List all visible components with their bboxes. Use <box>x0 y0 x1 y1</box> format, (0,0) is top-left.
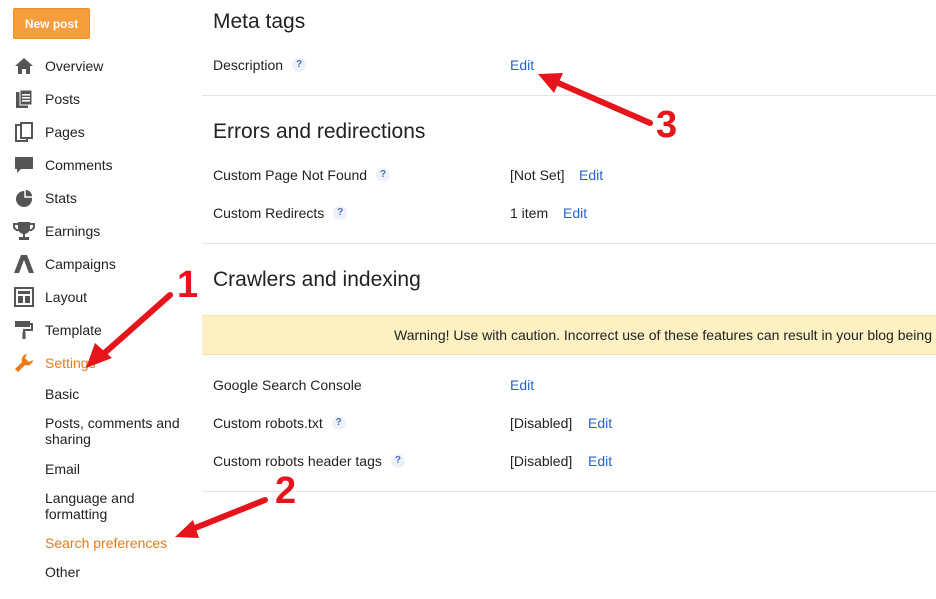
annotation-arrows <box>86 73 653 538</box>
annotation-number-2: 2 <box>275 470 297 512</box>
arrow-3 <box>538 73 653 126</box>
annotation-number-1: 1 <box>177 264 199 306</box>
arrow-1 <box>86 292 173 368</box>
arrow-2 <box>175 497 268 538</box>
annotation-number-3: 3 <box>656 104 678 146</box>
